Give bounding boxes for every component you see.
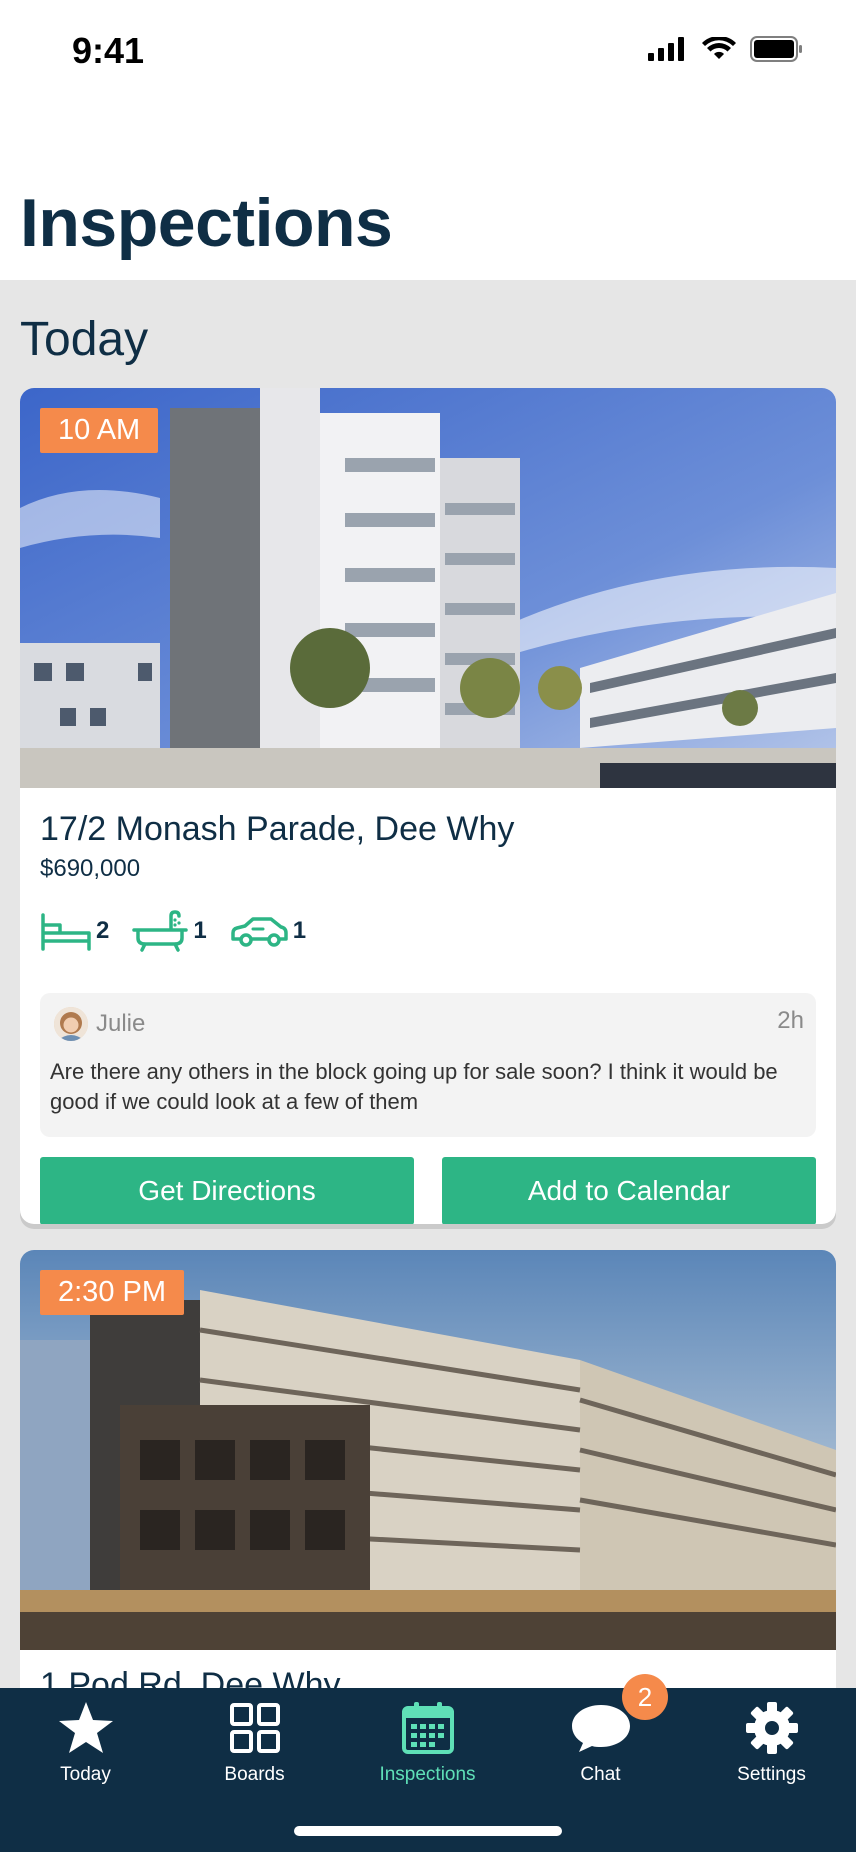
- property-price: $690,000: [40, 855, 141, 882]
- tab-label: Boards: [224, 1764, 285, 1785]
- status-bar: 9:41: [0, 0, 856, 104]
- tab-inspections[interactable]: Inspections: [342, 1688, 513, 1792]
- beds-count: 2: [96, 917, 110, 944]
- tab-boards[interactable]: Boards: [169, 1688, 340, 1792]
- tab-label: Settings: [737, 1764, 806, 1785]
- chat-bubble-icon: [571, 1705, 630, 1752]
- avatar: [54, 1007, 88, 1041]
- comment-author: Julie: [96, 1010, 146, 1037]
- property-features: 2 1 1: [40, 909, 816, 953]
- cars-count: 1: [292, 917, 307, 944]
- tab-label: Chat: [580, 1764, 621, 1785]
- bath-icon: [132, 910, 189, 952]
- star-icon: [58, 1702, 113, 1753]
- add-to-calendar-button[interactable]: Add to Calendar: [442, 1157, 816, 1224]
- baths-count: 1: [193, 917, 207, 944]
- cars-feature: 1: [229, 913, 306, 949]
- property-photo[interactable]: 10 AM: [20, 388, 836, 788]
- calendar-icon: [401, 1702, 454, 1754]
- comment-text: Are there any others in the block going …: [50, 1059, 778, 1114]
- cellular-signal-icon: [648, 37, 684, 61]
- home-indicator[interactable]: [294, 1826, 562, 1836]
- beds-feature: 2: [40, 911, 109, 951]
- tab-settings[interactable]: Settings: [686, 1688, 856, 1792]
- time-badge: 2:30 PM: [40, 1270, 184, 1315]
- tab-label: Inspections: [379, 1764, 476, 1785]
- header: Inspections: [0, 104, 856, 280]
- section-title: Today: [20, 313, 149, 366]
- comment-time: 2h: [777, 1007, 804, 1034]
- tab-label: Today: [60, 1764, 111, 1785]
- status-time: 9:41: [72, 30, 145, 71]
- time-badge: 10 AM: [40, 408, 159, 453]
- tab-today[interactable]: Today: [0, 1688, 171, 1792]
- comment-box[interactable]: Julie 2h Are there any others in the blo…: [40, 993, 816, 1137]
- get-directions-button[interactable]: Get Directions: [40, 1157, 414, 1224]
- property-address[interactable]: 17/2 Monash Parade, Dee Why: [40, 810, 816, 849]
- battery-icon: [750, 36, 802, 62]
- card-actions: Get Directions Add to Calendar: [40, 1157, 816, 1224]
- bed-icon: [41, 913, 91, 951]
- wifi-icon: [702, 37, 736, 59]
- card-body: 17/2 Monash Parade, Dee Why $690,000 2 1: [40, 788, 816, 1224]
- chat-unread-badge: 2: [622, 1674, 668, 1720]
- grid-icon: [229, 1703, 280, 1753]
- comment-header: Julie: [50, 1005, 806, 1043]
- property-photo[interactable]: 2:30 PM: [20, 1250, 836, 1650]
- car-icon: [230, 917, 288, 947]
- gear-icon: [745, 1702, 798, 1754]
- page-title: Inspections: [20, 185, 393, 261]
- baths-feature: 1: [131, 910, 207, 952]
- status-icons: [648, 36, 804, 62]
- inspection-card[interactable]: 10 AM 17/2 Monash Parade, Dee Why $690,0…: [20, 388, 836, 1224]
